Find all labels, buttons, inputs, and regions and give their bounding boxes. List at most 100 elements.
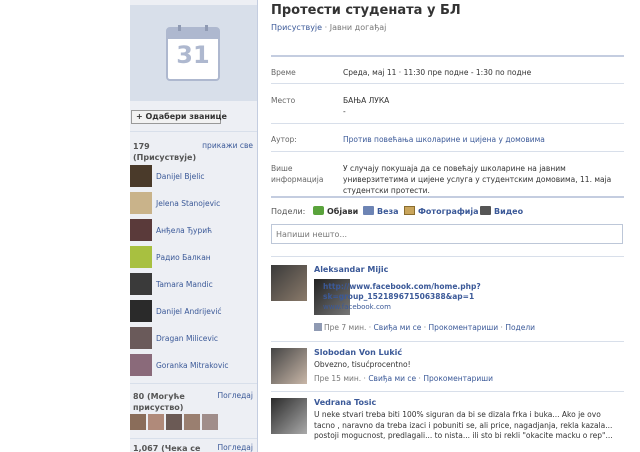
info-label-place: Место — [271, 96, 296, 105]
attendee-name[interactable]: Jelena Stanojevic — [156, 199, 220, 208]
attending-count: 179 (Присуствује) — [133, 142, 197, 162]
share-label: Подели: — [271, 207, 306, 216]
shared-link[interactable]: http://www.facebook.com/home.php? sk=gro… — [323, 282, 523, 312]
event-main: Протести студената у БЛ Присуствује · Ја… — [271, 0, 640, 452]
rsvp-status-link[interactable]: Присуствује — [271, 23, 322, 32]
info-value-time: Среда, мај 11 · 11:30 пре подне - 1:30 п… — [343, 68, 532, 77]
like-link[interactable]: Свиђа ми се — [374, 323, 422, 332]
avatar[interactable] — [148, 414, 164, 430]
post-meta: Пре 15 мин. · Свиђа ми се · Прокоментари… — [314, 374, 493, 383]
share-input[interactable]: Напиши нешто... — [271, 224, 623, 244]
wall-post: Aleksandar Mijic http://www.facebook.com… — [271, 265, 624, 337]
event-type: Јавни догађај — [329, 23, 387, 32]
awaiting-count: 1,067 (Чека се — [133, 444, 201, 452]
attendee-item[interactable]: Радио Балкан — [130, 246, 257, 271]
attendee-name[interactable]: Dragan Milicevic — [156, 334, 218, 343]
attendee-name[interactable]: Goranka Mitrakovic — [156, 361, 229, 370]
link-share-icon — [314, 323, 322, 331]
attendee-name[interactable]: Радио Балкан — [156, 253, 211, 262]
attendee-item[interactable]: Анђела Ђурић — [130, 219, 257, 244]
wall-post: Vedrana Tosic U neke stvari treba biti 1… — [271, 398, 624, 452]
video-camera-icon — [480, 206, 491, 215]
avatar[interactable] — [130, 246, 152, 268]
comment-link[interactable]: Прокоментариши — [429, 323, 499, 332]
share-link[interactable]: Подели — [505, 323, 535, 332]
avatar[interactable] — [271, 265, 307, 301]
event-picture[interactable]: 31 — [130, 5, 257, 101]
divider — [271, 196, 624, 198]
like-link[interactable]: Свиђа ми се — [368, 374, 416, 383]
share-video-button[interactable]: Видео — [480, 206, 523, 216]
info-value-more: У случају покушаја да се повећају школар… — [343, 164, 612, 195]
post-text: Obvezno, tisućprocentno! — [314, 360, 411, 369]
divider — [271, 256, 624, 257]
attendee-item[interactable]: Tamara Mandic — [130, 273, 257, 298]
author-link[interactable]: Против повећања школарине и цијена у дом… — [343, 134, 625, 145]
avatar[interactable] — [271, 348, 307, 384]
maybe-count: 80 (Могуће присуство) — [133, 392, 185, 412]
avatar[interactable] — [130, 219, 152, 241]
calendar-icon: 31 — [166, 25, 220, 81]
post-author[interactable]: Slobodan Von Lukić — [314, 348, 402, 357]
divider — [271, 151, 624, 152]
avatar[interactable] — [130, 273, 152, 295]
avatar[interactable] — [130, 327, 152, 349]
see-all-link[interactable]: прикажи све — [202, 141, 253, 150]
avatar[interactable] — [130, 300, 152, 322]
avatar[interactable] — [202, 414, 218, 430]
avatar[interactable] — [166, 414, 182, 430]
event-subtitle: Присуствује · Јавни догађај — [271, 23, 387, 32]
info-label-time: Време — [271, 68, 296, 77]
speech-bubble-icon — [313, 206, 324, 215]
attendee-item[interactable]: Goranka Mitrakovic — [130, 354, 257, 379]
divider — [271, 83, 624, 84]
divider — [271, 55, 624, 57]
attendee-name[interactable]: Danijel Bjelic — [156, 172, 205, 181]
event-sidebar: 31 + Одабери званице 179 (Присуствује) п… — [130, 0, 258, 452]
divider — [271, 391, 624, 392]
divider — [271, 123, 624, 124]
avatar[interactable] — [130, 165, 152, 187]
page-title: Протести студената у БЛ — [271, 3, 461, 18]
divider — [130, 383, 257, 384]
maybe-see-link[interactable]: Погледај — [218, 391, 253, 400]
post-time[interactable]: Пре 15 мин. — [314, 374, 361, 383]
post-text: U neke stvari treba biti 100% siguran da… — [314, 410, 613, 440]
attendee-name[interactable]: Tamara Mandic — [156, 280, 213, 289]
avatar[interactable] — [130, 354, 152, 376]
avatar[interactable] — [130, 192, 152, 214]
attendee-name[interactable]: Анђела Ђурић — [156, 226, 212, 235]
attendee-item[interactable]: Danijel Bjelic — [130, 165, 257, 190]
avatar[interactable] — [184, 414, 200, 430]
choose-guests-button[interactable]: + Одабери званице — [131, 110, 227, 124]
share-bar: Подели: Објави Веза Фотографија Видео — [271, 205, 624, 219]
calendar-day: 31 — [176, 41, 210, 69]
left-gutter — [0, 0, 130, 452]
left-area: 31 + Одабери званице 179 (Присуствује) п… — [0, 0, 258, 452]
share-photo-button[interactable]: Фотографија — [404, 206, 479, 216]
link-icon — [363, 206, 374, 215]
divider — [130, 131, 257, 132]
avatar[interactable] — [271, 398, 307, 434]
post-meta: Пре 7 мин. · Свиђа ми се · Прокоментариш… — [314, 323, 535, 332]
divider — [130, 438, 257, 439]
photo-icon — [404, 206, 415, 215]
attendee-name[interactable]: Danijel Andrijević — [156, 307, 222, 316]
post-author[interactable]: Vedrana Tosic — [314, 398, 376, 407]
share-link-button[interactable]: Веза — [363, 206, 399, 216]
attendee-item[interactable]: Danijel Andrijević — [130, 300, 257, 325]
attendee-item[interactable]: Dragan Milicevic — [130, 327, 257, 352]
info-label-author: Аутор: — [271, 135, 297, 144]
awaiting-see-link[interactable]: Погледај — [218, 443, 253, 452]
divider — [271, 341, 624, 342]
info-label-more: Више информација — [271, 164, 324, 184]
comment-link[interactable]: Прокоментариши — [423, 374, 493, 383]
post-author[interactable]: Aleksandar Mijic — [314, 265, 388, 274]
share-post-button[interactable]: Објави — [313, 206, 358, 216]
wall-post: Slobodan Von Lukić Obvezno, tisućprocent… — [271, 348, 624, 388]
attendee-item[interactable]: Jelena Stanojevic — [130, 192, 257, 217]
maybe-thumbnails — [130, 414, 257, 432]
avatar[interactable] — [130, 414, 146, 430]
post-time[interactable]: Пре 7 мин. — [324, 323, 366, 332]
info-value-place: БАЊА ЛУКА - — [343, 96, 390, 116]
